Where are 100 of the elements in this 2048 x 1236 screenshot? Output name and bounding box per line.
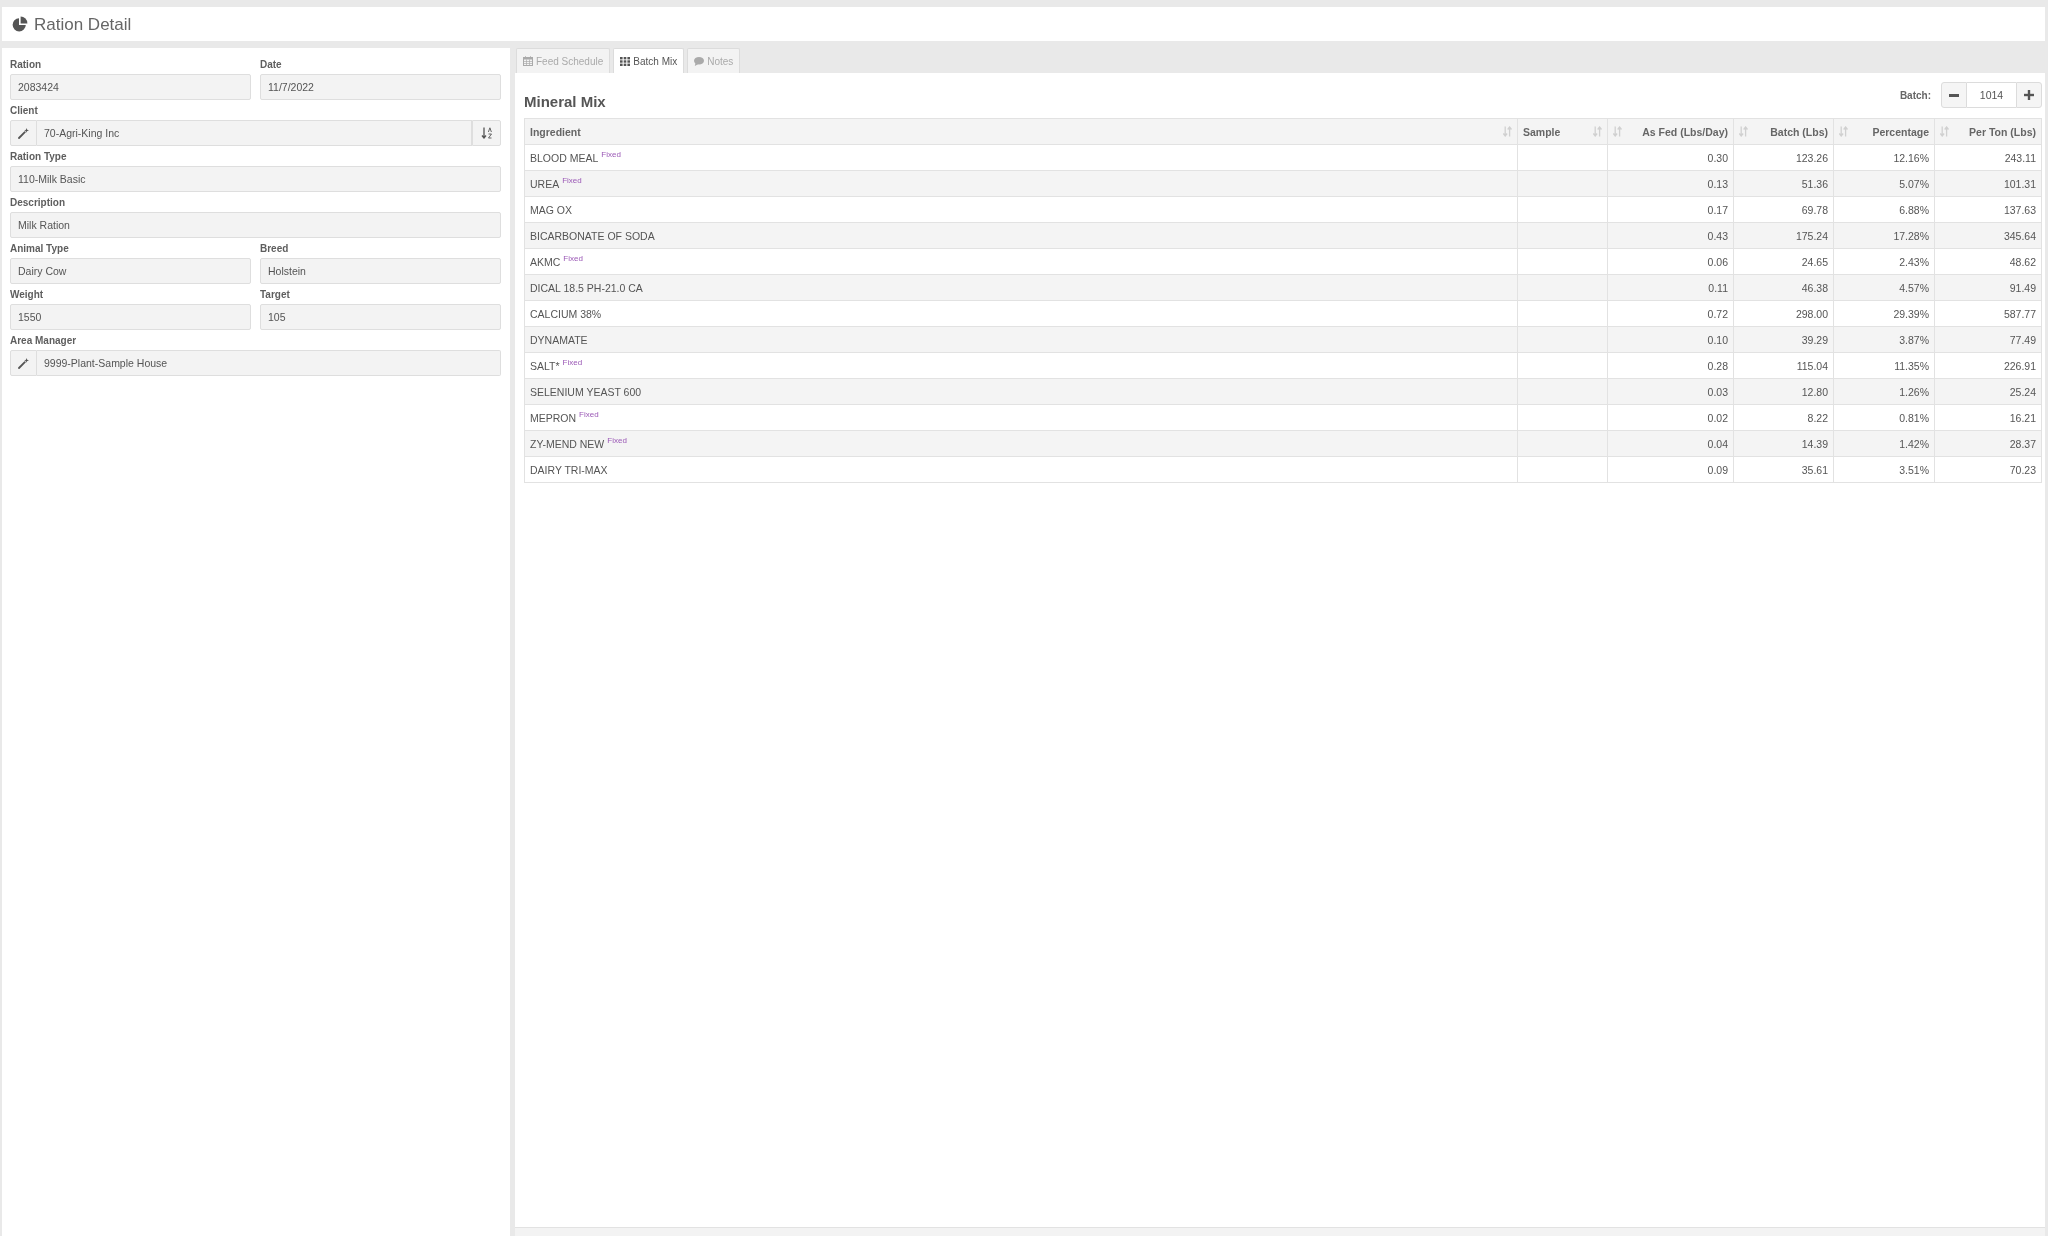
field-label: Description	[10, 196, 65, 210]
table-cell: 70.23	[1934, 456, 2042, 483]
table-cell: 0.09	[1607, 456, 1734, 483]
field-label: Date	[260, 58, 282, 72]
calendar-icon	[523, 56, 533, 66]
table-cell: MAG OX	[524, 196, 1518, 223]
text-field[interactable]: 110-Milk Basic	[10, 166, 501, 192]
table-cell: 5.07%	[1833, 170, 1935, 197]
table-cell: DICAL 18.5 PH-21.0 CA	[524, 274, 1518, 301]
plus-icon	[2024, 90, 2034, 100]
lookup-field[interactable]: 70-Agri-King Inc	[37, 120, 472, 146]
sort-button[interactable]	[472, 120, 501, 146]
table-cell: 11.35%	[1833, 352, 1935, 379]
sort-icon	[1839, 126, 1848, 137]
page-title: Ration Detail	[34, 13, 132, 35]
table-cell: 51.36	[1733, 170, 1834, 197]
text-field[interactable]: 11/7/2022	[260, 74, 501, 100]
table-cell: DAIRY TRI-MAX	[524, 456, 1518, 483]
table-cell: BICARBONATE OF SODA	[524, 222, 1518, 249]
table-cell: 0.03	[1607, 378, 1734, 405]
text-field[interactable]: Milk Ration	[10, 212, 501, 238]
field-label: Target	[260, 288, 290, 302]
table-cell: 3.87%	[1833, 326, 1935, 353]
table-cell: 35.61	[1733, 456, 1834, 483]
sort-alpha-icon	[480, 127, 493, 139]
table-cell: 77.49	[1934, 326, 2042, 353]
table-cell: 2.43%	[1833, 248, 1935, 275]
column-header[interactable]: Ingredient	[524, 118, 1518, 145]
table-cell: 29.39%	[1833, 300, 1935, 327]
table-cell: CALCIUM 38%	[524, 300, 1518, 327]
table-cell: 115.04	[1733, 352, 1834, 379]
column-header[interactable]: Sample	[1517, 118, 1608, 145]
wand-icon	[18, 357, 29, 369]
table-cell: DYNAMATE	[524, 326, 1518, 353]
table-cell: 16.21	[1934, 404, 2042, 431]
table-cell: 298.00	[1733, 300, 1834, 327]
table-cell: 91.49	[1934, 274, 2042, 301]
table-cell: 17.28%	[1833, 222, 1935, 249]
lookup-button[interactable]	[10, 350, 37, 376]
table-cell: 12.16%	[1833, 144, 1935, 171]
tag-label: Fixed	[563, 253, 583, 263]
tag-label: Fixed	[579, 409, 599, 419]
speech-bubble-icon	[694, 56, 705, 66]
table-cell: 0.28	[1607, 352, 1734, 379]
table-cell: 0.13	[1607, 170, 1734, 197]
tab[interactable]: Batch Mix	[613, 48, 685, 73]
table-cell: 25.24	[1934, 378, 2042, 405]
field-label: Area Manager	[10, 334, 77, 348]
table-cell: BLOOD MEAL $^{Fixed}$	[524, 144, 1518, 171]
batch-label: Batch:	[1899, 89, 1931, 101]
table-cell: 0.17	[1607, 196, 1734, 223]
sort-icon	[1940, 126, 1949, 137]
sort-icon	[1739, 126, 1748, 137]
table-cell: 0.11	[1607, 274, 1734, 301]
table-cell: AKMC $^{Fixed}$	[524, 248, 1518, 275]
table-cell: 69.78	[1733, 196, 1834, 223]
table-cell: 12.80	[1733, 378, 1834, 405]
table-cell: 137.63	[1934, 196, 2042, 223]
sort-icon	[1503, 126, 1512, 137]
text-field[interactable]: Dairy Cow	[10, 258, 251, 284]
table-cell: 0.81%	[1833, 404, 1935, 431]
grid-icon	[620, 56, 631, 66]
table-cell: SELENIUM YEAST 600	[524, 378, 1518, 405]
column-header[interactable]: As Fed (Lbs/Day)	[1607, 118, 1734, 145]
batch-field[interactable]: 1014	[1967, 82, 2016, 108]
table-cell: 3.51%	[1833, 456, 1935, 483]
lookup-field[interactable]: 9999-Plant-Sample House	[37, 350, 501, 376]
table-cell: 0.72	[1607, 300, 1734, 327]
column-header[interactable]: Batch (Lbs)	[1733, 118, 1834, 145]
decrement-button[interactable]	[1941, 82, 1967, 108]
tag-label: Fixed	[607, 435, 627, 445]
minus-icon	[1949, 93, 1959, 97]
table-cell: 4.57%	[1833, 274, 1935, 301]
tag-label: Fixed	[601, 149, 621, 159]
pie-chart-icon	[12, 16, 28, 32]
table-cell: SALT* $^{Fixed}$	[524, 352, 1518, 379]
table-cell: 0.43	[1607, 222, 1734, 249]
table-cell: 101.31	[1934, 170, 2042, 197]
table-cell: 1.42%	[1833, 430, 1935, 457]
table-cell: 123.26	[1733, 144, 1834, 171]
table-cell: MEPRON $^{Fixed}$	[524, 404, 1518, 431]
column-header[interactable]: Percentage	[1833, 118, 1935, 145]
field-label: Ration Type	[10, 150, 67, 164]
text-field[interactable]: 105	[260, 304, 501, 330]
text-field[interactable]: 2083424	[10, 74, 251, 100]
increment-button[interactable]	[2016, 82, 2042, 108]
column-header[interactable]: Per Ton (Lbs)	[1934, 118, 2042, 145]
table-cell: 226.91	[1934, 352, 2042, 379]
table-cell: 175.24	[1733, 222, 1834, 249]
sort-icon	[1613, 126, 1622, 137]
table-cell: 28.37	[1934, 430, 2042, 457]
text-field[interactable]: 1550	[10, 304, 251, 330]
table-cell: 0.30	[1607, 144, 1734, 171]
text-field[interactable]: Holstein	[260, 258, 501, 284]
table-cell: 0.10	[1607, 326, 1734, 353]
tag-label: Fixed	[562, 357, 583, 367]
table-cell: 24.65	[1733, 248, 1834, 275]
lookup-button[interactable]	[10, 120, 37, 146]
wand-icon	[18, 127, 29, 139]
sort-icon	[1593, 126, 1602, 137]
